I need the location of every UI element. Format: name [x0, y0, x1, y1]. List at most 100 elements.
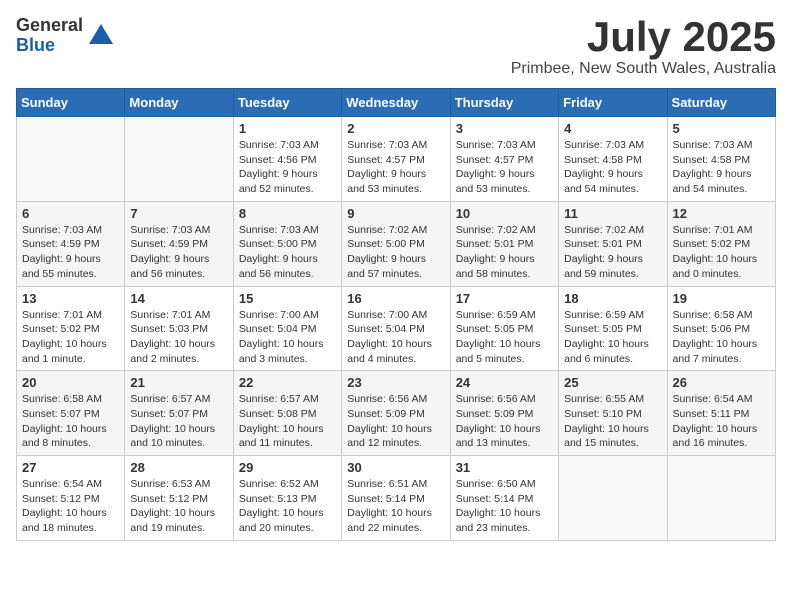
- day-info: Sunrise: 6:54 AM Sunset: 5:11 PM Dayligh…: [673, 392, 770, 451]
- calendar-cell: 17Sunrise: 6:59 AM Sunset: 5:05 PM Dayli…: [450, 286, 558, 371]
- calendar-cell: [125, 117, 233, 202]
- calendar-cell: 27 Sunrise: 6:54 AM Sunset: 5:12 PM Dayli…: [17, 456, 125, 541]
- day-number: 17: [456, 291, 553, 306]
- calendar-cell: 22 Sunrise: 6:57 AM Sunset: 5:08 PM Dayli…: [233, 371, 341, 456]
- calendar-cell: 15 Sunrise: 7:00 AM Sunset: 5:04 PM Dayli…: [233, 286, 341, 371]
- calendar-cell: 6 Sunrise: 7:03 AM Sunset: 4:59 PM Daylig…: [17, 201, 125, 286]
- day-number: 15: [239, 291, 336, 306]
- calendar-week-row: 6 Sunrise: 7:03 AM Sunset: 4:59 PM Daylig…: [17, 201, 776, 286]
- day-number: 29: [239, 460, 336, 475]
- calendar-cell: 3 Sunrise: 7:03 AM Sunset: 4:57 PM Daylig…: [450, 117, 558, 202]
- day-info: Sunrise: 7:00 AM Sunset: 5:04 PM Dayligh…: [239, 308, 336, 367]
- day-info: Sunrise: 6:56 AM Sunset: 5:09 PM Dayligh…: [347, 392, 444, 451]
- calendar-cell: 19Sunrise: 6:58 AM Sunset: 5:06 PM Dayli…: [667, 286, 775, 371]
- day-info: Sunrise: 6:56 AM Sunset: 5:09 PM Dayligh…: [456, 392, 553, 451]
- calendar-week-row: 1Sunrise: 7:03 AM Sunset: 4:56 PM Daylig…: [17, 117, 776, 202]
- header-saturday: Saturday: [667, 89, 775, 117]
- day-number: 8: [239, 206, 336, 221]
- logo-icon: [87, 22, 115, 50]
- day-number: 4: [564, 121, 661, 136]
- day-number: 25: [564, 375, 661, 390]
- day-info: Sunrise: 6:52 AM Sunset: 5:13 PM Dayligh…: [239, 477, 336, 536]
- day-number: 3: [456, 121, 553, 136]
- day-number: 27: [22, 460, 119, 475]
- day-info: Sunrise: 7:03 AM Sunset: 5:00 PM Dayligh…: [239, 223, 336, 282]
- calendar-cell: 16Sunrise: 7:00 AM Sunset: 5:04 PM Dayli…: [342, 286, 450, 371]
- header-sunday: Sunday: [17, 89, 125, 117]
- day-number: 12: [673, 206, 770, 221]
- day-info: Sunrise: 6:57 AM Sunset: 5:08 PM Dayligh…: [239, 392, 336, 451]
- calendar-cell: 11Sunrise: 7:02 AM Sunset: 5:01 PM Dayli…: [559, 201, 667, 286]
- day-number: 21: [130, 375, 227, 390]
- calendar-week-row: 27 Sunrise: 6:54 AM Sunset: 5:12 PM Dayli…: [17, 456, 776, 541]
- day-info: Sunrise: 6:50 AM Sunset: 5:14 PM Dayligh…: [456, 477, 553, 536]
- header-thursday: Thursday: [450, 89, 558, 117]
- day-info: Sunrise: 6:54 AM Sunset: 5:12 PM Dayligh…: [22, 477, 119, 536]
- day-info: Sunrise: 6:58 AM Sunset: 5:07 PM Dayligh…: [22, 392, 119, 451]
- calendar-cell: 13 Sunrise: 7:01 AM Sunset: 5:02 PM Dayli…: [17, 286, 125, 371]
- day-number: 22: [239, 375, 336, 390]
- calendar-cell: 21 Sunrise: 6:57 AM Sunset: 5:07 PM Dayli…: [125, 371, 233, 456]
- header-monday: Monday: [125, 89, 233, 117]
- day-info: Sunrise: 7:03 AM Sunset: 4:58 PM Dayligh…: [673, 138, 770, 197]
- day-info: Sunrise: 6:55 AM Sunset: 5:10 PM Dayligh…: [564, 392, 661, 451]
- title-block: July 2025 Primbee, New South Wales, Aust…: [511, 16, 776, 78]
- day-number: 20: [22, 375, 119, 390]
- calendar-cell: [667, 456, 775, 541]
- day-info: Sunrise: 6:58 AM Sunset: 5:06 PM Dayligh…: [673, 308, 770, 367]
- logo-blue: Blue: [16, 36, 83, 56]
- day-info: Sunrise: 7:01 AM Sunset: 5:02 PM Dayligh…: [22, 308, 119, 367]
- day-info: Sunrise: 6:53 AM Sunset: 5:12 PM Dayligh…: [130, 477, 227, 536]
- day-number: 31: [456, 460, 553, 475]
- day-info: Sunrise: 7:03 AM Sunset: 4:57 PM Dayligh…: [347, 138, 444, 197]
- day-info: Sunrise: 6:57 AM Sunset: 5:07 PM Dayligh…: [130, 392, 227, 451]
- header-wednesday: Wednesday: [342, 89, 450, 117]
- calendar-cell: 1Sunrise: 7:03 AM Sunset: 4:56 PM Daylig…: [233, 117, 341, 202]
- calendar-cell: 23 Sunrise: 6:56 AM Sunset: 5:09 PM Dayli…: [342, 371, 450, 456]
- calendar-table: SundayMondayTuesdayWednesdayThursdayFrid…: [16, 88, 776, 541]
- calendar-cell: 28Sunrise: 6:53 AM Sunset: 5:12 PM Dayli…: [125, 456, 233, 541]
- day-number: 30: [347, 460, 444, 475]
- calendar-cell: 29 Sunrise: 6:52 AM Sunset: 5:13 PM Dayli…: [233, 456, 341, 541]
- header-friday: Friday: [559, 89, 667, 117]
- day-number: 1: [239, 121, 336, 136]
- day-number: 9: [347, 206, 444, 221]
- calendar-header-row: SundayMondayTuesdayWednesdayThursdayFrid…: [17, 89, 776, 117]
- calendar-cell: 18 Sunrise: 6:59 AM Sunset: 5:05 PM Dayli…: [559, 286, 667, 371]
- day-number: 11: [564, 206, 661, 221]
- day-info: Sunrise: 7:02 AM Sunset: 5:00 PM Dayligh…: [347, 223, 444, 282]
- day-number: 13: [22, 291, 119, 306]
- page-header: General Blue July 2025 Primbee, New Sout…: [16, 16, 776, 78]
- calendar-cell: 8 Sunrise: 7:03 AM Sunset: 5:00 PM Daylig…: [233, 201, 341, 286]
- calendar-cell: 14 Sunrise: 7:01 AM Sunset: 5:03 PM Dayli…: [125, 286, 233, 371]
- day-number: 14: [130, 291, 227, 306]
- calendar-cell: 10Sunrise: 7:02 AM Sunset: 5:01 PM Dayli…: [450, 201, 558, 286]
- calendar-cell: 26 Sunrise: 6:54 AM Sunset: 5:11 PM Dayli…: [667, 371, 775, 456]
- day-info: Sunrise: 7:03 AM Sunset: 4:59 PM Dayligh…: [130, 223, 227, 282]
- calendar-cell: 12 Sunrise: 7:01 AM Sunset: 5:02 PM Dayli…: [667, 201, 775, 286]
- calendar-cell: 30Sunrise: 6:51 AM Sunset: 5:14 PM Dayli…: [342, 456, 450, 541]
- day-number: 26: [673, 375, 770, 390]
- day-number: 10: [456, 206, 553, 221]
- calendar-cell: [17, 117, 125, 202]
- day-number: 2: [347, 121, 444, 136]
- location-subtitle: Primbee, New South Wales, Australia: [511, 60, 776, 78]
- calendar-cell: 24Sunrise: 6:56 AM Sunset: 5:09 PM Dayli…: [450, 371, 558, 456]
- day-number: 18: [564, 291, 661, 306]
- header-tuesday: Tuesday: [233, 89, 341, 117]
- day-info: Sunrise: 7:03 AM Sunset: 4:57 PM Dayligh…: [456, 138, 553, 197]
- month-year-title: July 2025: [511, 16, 776, 58]
- logo: General Blue: [16, 16, 115, 56]
- calendar-cell: 31 Sunrise: 6:50 AM Sunset: 5:14 PM Dayli…: [450, 456, 558, 541]
- calendar-cell: 9 Sunrise: 7:02 AM Sunset: 5:00 PM Daylig…: [342, 201, 450, 286]
- calendar-cell: 20 Sunrise: 6:58 AM Sunset: 5:07 PM Dayli…: [17, 371, 125, 456]
- calendar-cell: 7Sunrise: 7:03 AM Sunset: 4:59 PM Daylig…: [125, 201, 233, 286]
- day-info: Sunrise: 6:59 AM Sunset: 5:05 PM Dayligh…: [564, 308, 661, 367]
- day-number: 16: [347, 291, 444, 306]
- day-info: Sunrise: 7:01 AM Sunset: 5:03 PM Dayligh…: [130, 308, 227, 367]
- day-info: Sunrise: 7:01 AM Sunset: 5:02 PM Dayligh…: [673, 223, 770, 282]
- day-info: Sunrise: 7:03 AM Sunset: 4:59 PM Dayligh…: [22, 223, 119, 282]
- calendar-cell: 4Sunrise: 7:03 AM Sunset: 4:58 PM Daylig…: [559, 117, 667, 202]
- day-number: 23: [347, 375, 444, 390]
- day-number: 6: [22, 206, 119, 221]
